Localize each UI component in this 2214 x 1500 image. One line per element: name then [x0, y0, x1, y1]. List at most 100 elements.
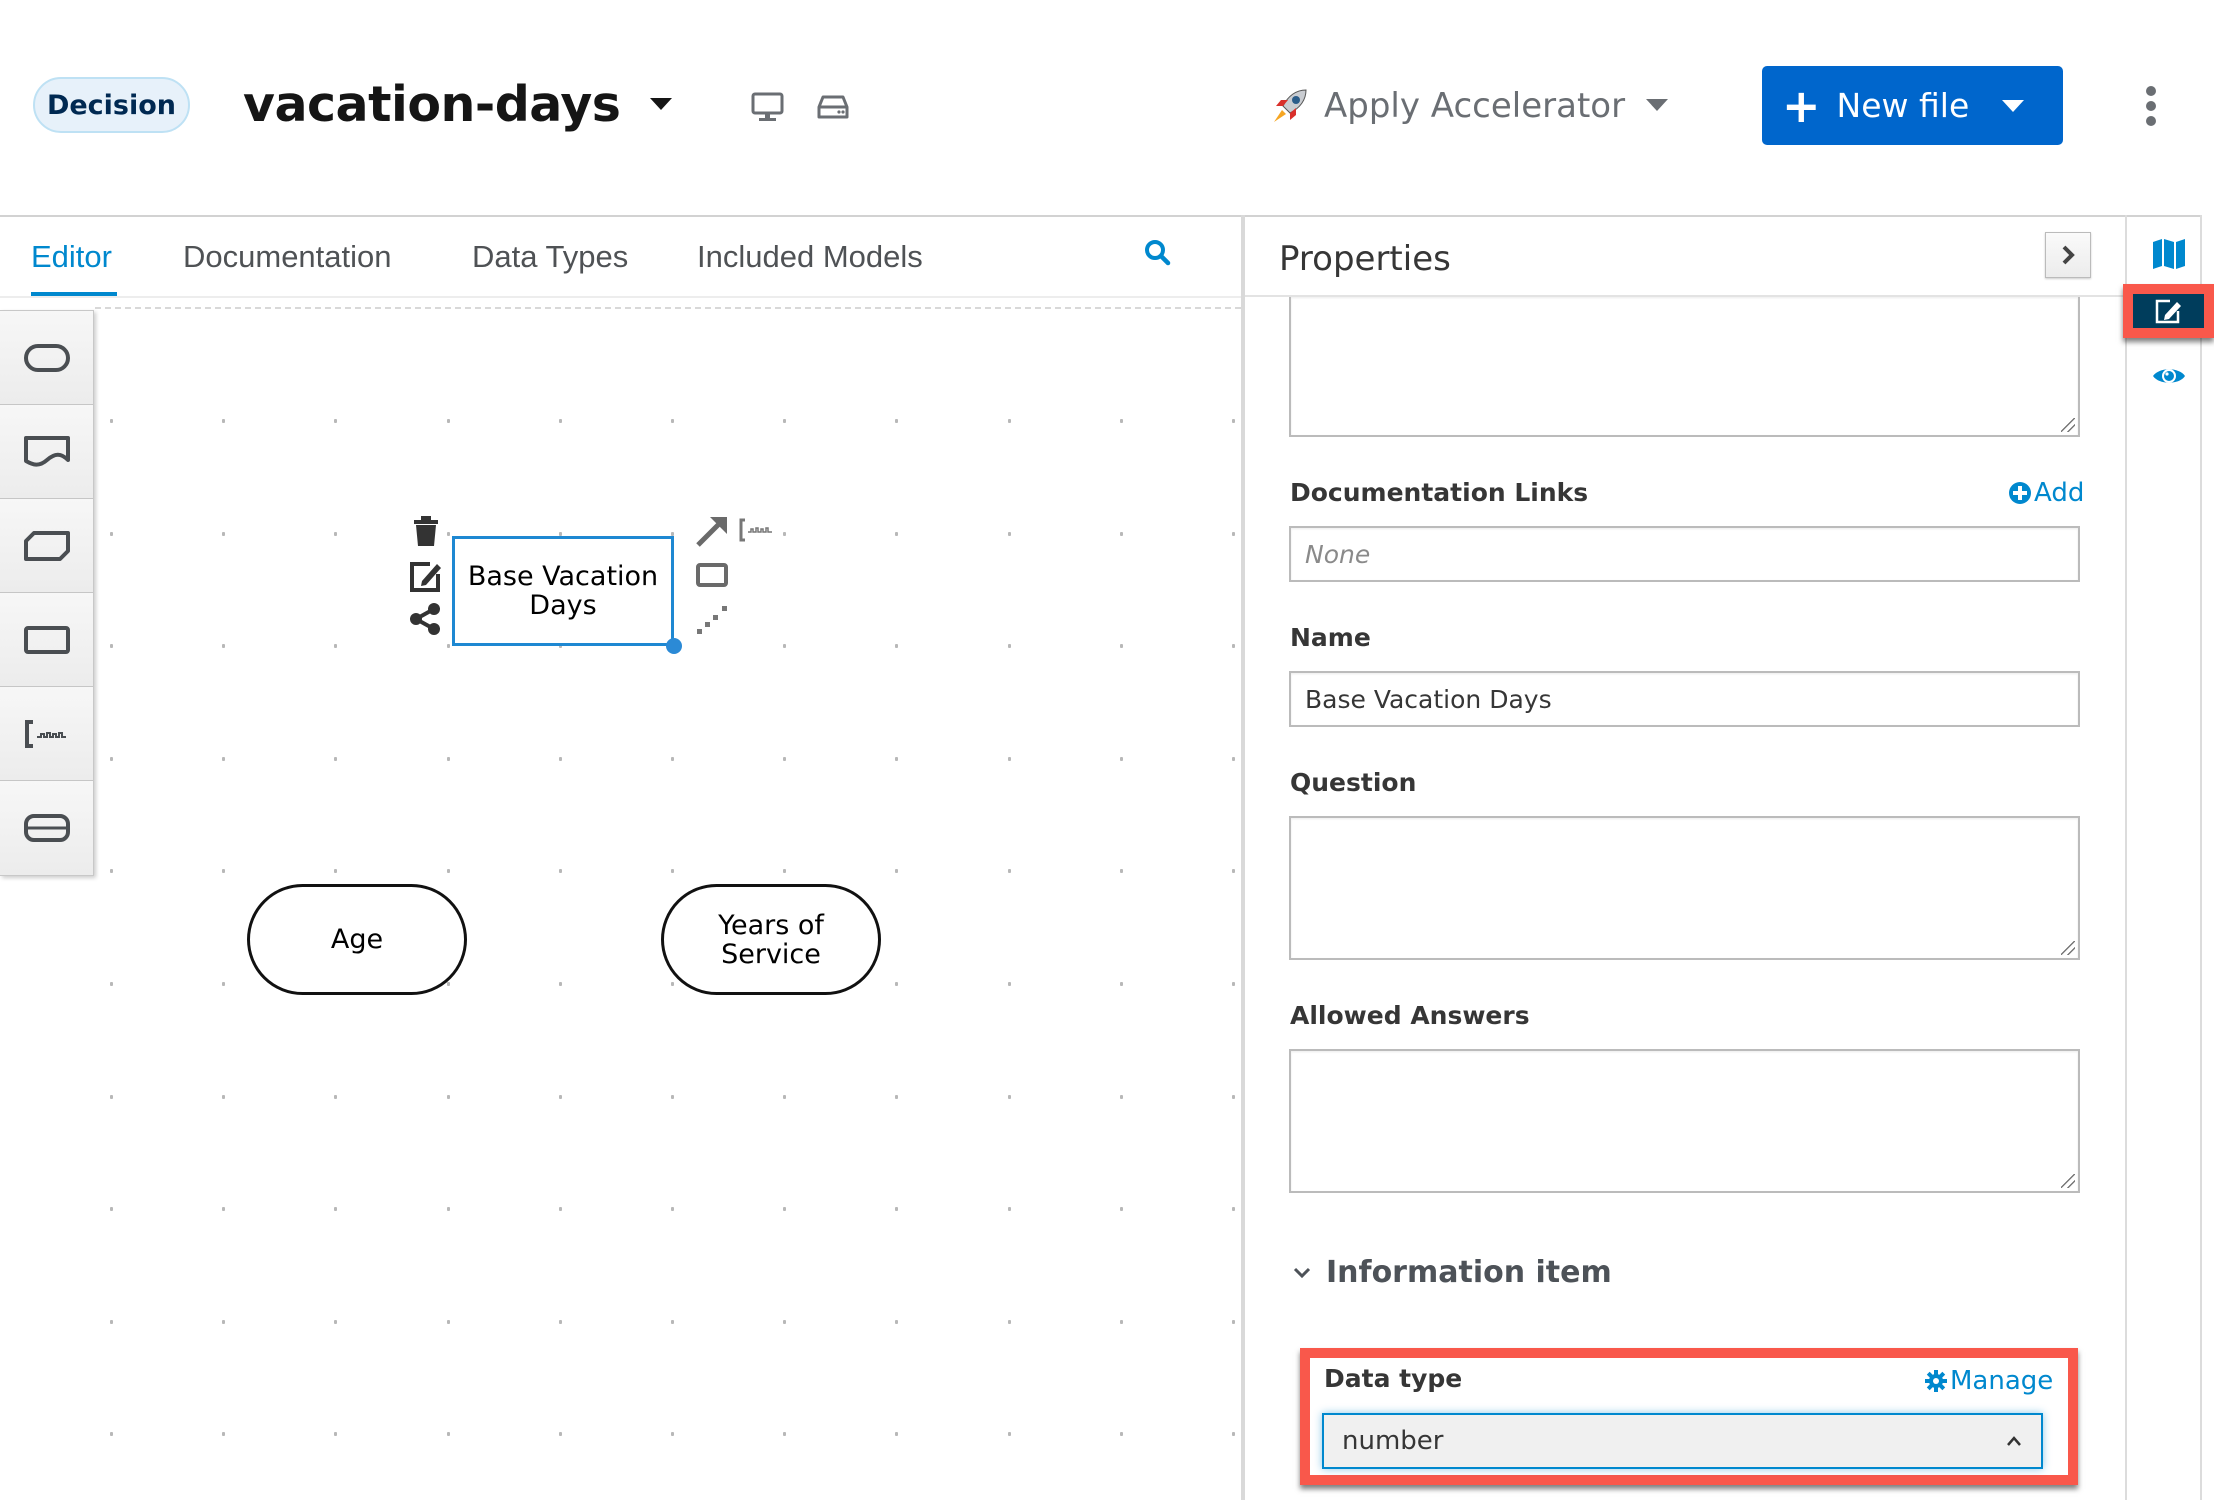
connector-arrow-icon[interactable] [694, 513, 730, 549]
grid-dot [334, 1095, 337, 1099]
resize-handle[interactable] [666, 638, 682, 654]
palette-input-data[interactable] [0, 311, 93, 405]
grid-dot [334, 757, 337, 761]
collapse-panel-button[interactable] [2045, 232, 2091, 278]
text-annotation-icon[interactable] [738, 518, 776, 542]
grid-dot [895, 1432, 898, 1436]
node-age[interactable]: Age [247, 884, 467, 995]
accelerator-caret-icon[interactable] [1646, 99, 1668, 111]
grid-dot [1008, 1207, 1011, 1211]
grid-dot [559, 419, 562, 423]
grid-dot [222, 1320, 225, 1324]
grid-dot [1120, 757, 1123, 761]
grid-dot [222, 1207, 225, 1211]
data-type-select[interactable]: number [1322, 1413, 2043, 1469]
tab-documentation[interactable]: Documentation [183, 236, 392, 278]
grid-dot [447, 1095, 450, 1099]
name-input[interactable]: Base Vacation Days [1289, 671, 2080, 727]
tab-included-models[interactable]: Included Models [697, 236, 923, 278]
rectangle-icon[interactable] [695, 562, 729, 588]
desktop-icon[interactable] [751, 92, 784, 122]
question-textarea[interactable] [1289, 816, 2080, 960]
drive-icon[interactable] [817, 94, 849, 120]
grid-dot [1120, 869, 1123, 873]
grid-dot [1120, 1320, 1123, 1324]
grid-dot [895, 419, 898, 423]
grid-dot [783, 1320, 786, 1324]
rail-divider [2200, 215, 2202, 1500]
dotted-connector-icon[interactable] [695, 602, 729, 636]
resize-grip-icon[interactable] [2061, 1174, 2075, 1188]
node-label: Base Vacation [467, 561, 659, 592]
grid-dot [447, 1207, 450, 1211]
grid-dot [334, 1320, 337, 1324]
grid-dot [447, 869, 450, 873]
decision-service-icon [23, 814, 70, 842]
palette-business-knowledge-model[interactable] [0, 499, 93, 593]
model-type-badge: Decision [33, 77, 190, 133]
question-label: Question [1290, 768, 1417, 797]
resize-grip-icon[interactable] [2061, 941, 2075, 955]
file-menu-caret-icon[interactable] [650, 98, 672, 110]
plus-circle-icon [2009, 482, 2031, 504]
add-documentation-link[interactable]: Add [2008, 478, 2084, 508]
allowed-answers-textarea[interactable] [1289, 1049, 2080, 1193]
grid-dot [1232, 982, 1235, 986]
chevron-down-icon [1293, 1267, 1311, 1278]
node-years-of-service[interactable]: Years of Service [661, 884, 881, 995]
kebab-icon[interactable] [2142, 86, 2160, 126]
properties-title: Properties [1279, 239, 1451, 279]
grid-dot [222, 1095, 225, 1099]
grid-dot [1232, 869, 1235, 873]
manage-data-types-link[interactable]: Manage [1924, 1366, 2053, 1396]
grid-dot [110, 1207, 113, 1211]
grid-dot [1120, 419, 1123, 423]
palette-decision-service[interactable] [0, 781, 93, 875]
grid-dot [447, 757, 450, 761]
grid-dot [110, 757, 113, 761]
documentation-links-field[interactable]: None [1289, 526, 2080, 582]
grid-dot [895, 869, 898, 873]
preview-eye-icon [2153, 369, 2185, 383]
rail-properties-button[interactable] [2123, 284, 2214, 338]
grid-dot [671, 982, 674, 986]
tab-data-types[interactable]: Data Types [472, 236, 628, 278]
rail-preview-button[interactable] [2144, 356, 2194, 396]
grid-dot [559, 1432, 562, 1436]
edit-icon[interactable] [408, 559, 444, 593]
search-icon[interactable] [1143, 238, 1173, 268]
rocket-icon [1274, 89, 1307, 122]
panel-splitter[interactable] [1241, 215, 1245, 1500]
palette-toolbox [0, 310, 94, 876]
description-textarea[interactable] [1289, 297, 2080, 437]
new-file-button[interactable]: + New file [1762, 66, 2063, 145]
chevron-up-icon [2007, 1436, 2021, 1446]
tab-editor[interactable]: Editor [31, 236, 112, 278]
grid-dot [895, 1207, 898, 1211]
palette-knowledge-source[interactable] [0, 405, 93, 499]
trash-icon[interactable] [410, 514, 442, 548]
grid-dot [334, 532, 337, 536]
resize-grip-icon[interactable] [2061, 418, 2075, 432]
grid-dot [222, 869, 225, 873]
rail-map-button[interactable] [2144, 232, 2194, 276]
grid-dot [895, 982, 898, 986]
grid-dot [222, 757, 225, 761]
node-base-vacation-days[interactable]: Base Vacation Days [452, 536, 674, 646]
grid-dot [1008, 644, 1011, 648]
grid-dot [671, 1207, 674, 1211]
share-icon[interactable] [408, 602, 442, 636]
grid-dot [1232, 419, 1235, 423]
file-name[interactable]: vacation-days [243, 72, 621, 138]
grid-dot [110, 1432, 113, 1436]
grid-dot [1008, 982, 1011, 986]
palette-text-annotation[interactable] [0, 687, 93, 781]
grid-dot [783, 419, 786, 423]
grid-dot [222, 419, 225, 423]
grid-dot [1008, 532, 1011, 536]
node-label: Days [529, 590, 597, 621]
palette-decision[interactable] [0, 593, 93, 687]
information-item-section-toggle[interactable]: Information item [1292, 1255, 1612, 1290]
grid-dot [222, 982, 225, 986]
apply-accelerator-button[interactable]: Apply Accelerator [1270, 78, 1625, 134]
